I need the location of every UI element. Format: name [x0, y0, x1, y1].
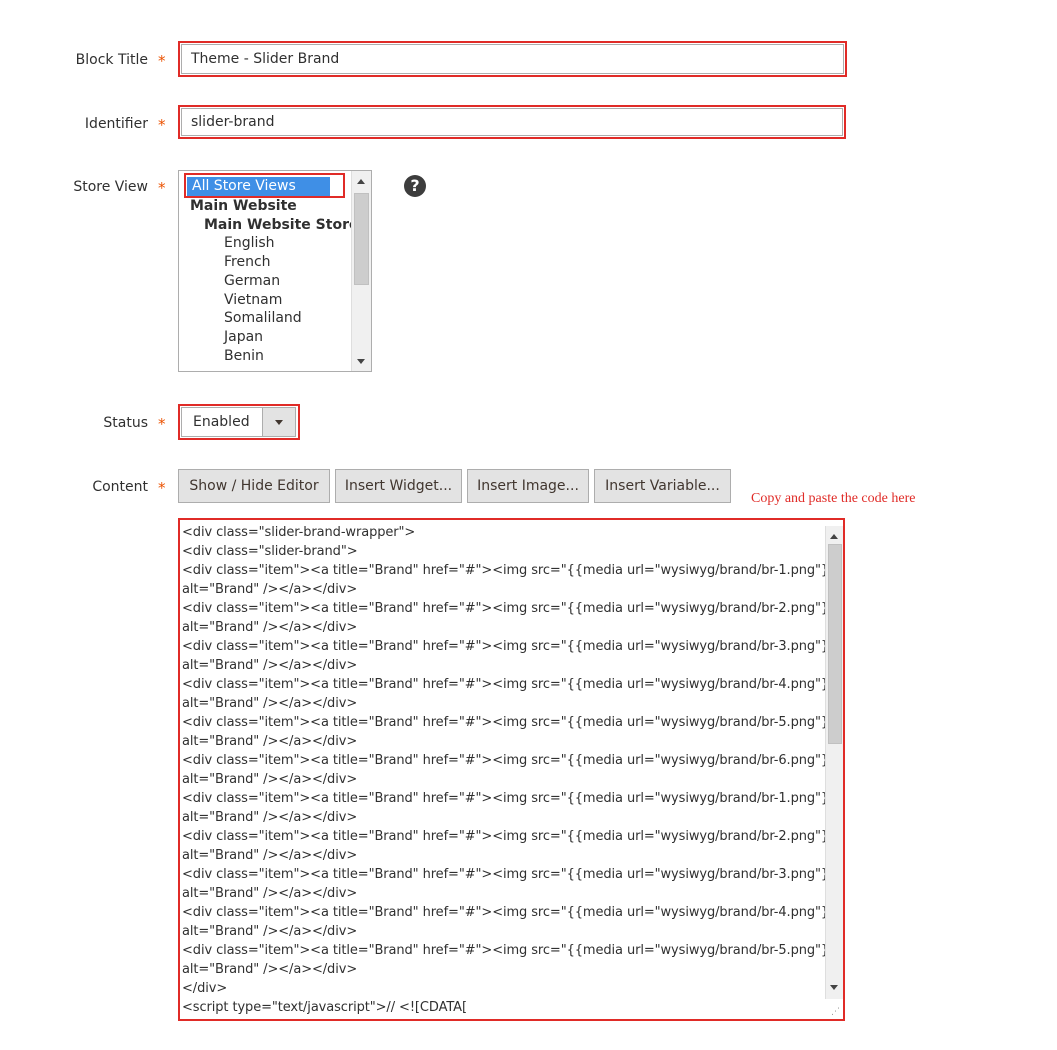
store-option[interactable]: Somaliland	[224, 309, 302, 328]
insert-widget-button[interactable]: Insert Widget...	[335, 469, 462, 503]
block-title-label: Block Title	[75, 52, 148, 68]
store-option-group: Main Website	[190, 198, 297, 214]
code-line: <div class="item"><a title="Brand" href=…	[182, 943, 844, 958]
block-title-input[interactable]: Theme - Slider Brand	[181, 44, 844, 74]
highlight-box	[184, 173, 345, 198]
store-view-multiselect[interactable]: All Store Views Main Website Main Websit…	[178, 170, 372, 372]
code-line: <div class="item"><a title="Brand" href=…	[182, 867, 844, 882]
chevron-down-icon	[275, 420, 283, 425]
resize-grip-icon[interactable]: ⋰	[831, 1008, 840, 1017]
content-textarea[interactable]: <div class="slider-brand-wrapper"> <div …	[178, 518, 845, 1021]
status-select[interactable]: Enabled	[181, 407, 296, 437]
code-line: <div class="item"><a title="Brand" href=…	[182, 829, 844, 844]
code-line: alt="Brand" /></a></div>	[182, 696, 358, 711]
code-line: alt="Brand" /></a></div>	[182, 924, 358, 939]
question-circle-icon[interactable]: ?	[404, 175, 426, 197]
code-line: <div class="item"><a title="Brand" href=…	[182, 753, 844, 768]
code-line: alt="Brand" /></a></div>	[182, 582, 358, 597]
code-line: <div class="slider-brand">	[182, 544, 358, 559]
status-select-value: Enabled	[193, 414, 250, 430]
scroll-down-icon[interactable]	[357, 359, 365, 364]
store-option[interactable]: Vietnam	[224, 291, 282, 310]
scroll-down-icon[interactable]	[830, 985, 838, 990]
store-option[interactable]: Benin	[224, 347, 264, 366]
code-line: <script type="text/javascript">// <![CDA…	[182, 1000, 467, 1015]
code-line: alt="Brand" /></a></div>	[182, 772, 358, 787]
code-line: alt="Brand" /></a></div>	[182, 734, 358, 749]
scroll-thumb[interactable]	[354, 193, 369, 285]
required-star: *	[158, 116, 166, 134]
required-star: *	[158, 479, 166, 497]
status-select-toggle[interactable]	[262, 408, 295, 436]
code-line: alt="Brand" /></a></div>	[182, 810, 358, 825]
code-line: <div class="item"><a title="Brand" href=…	[182, 563, 844, 578]
content-scrollbar[interactable]	[825, 526, 843, 999]
store-option[interactable]: English	[224, 234, 275, 253]
identifier-label: Identifier	[84, 116, 148, 132]
status-label: Status	[103, 415, 148, 431]
scroll-up-icon[interactable]	[830, 534, 838, 539]
code-line: <div class="item"><a title="Brand" href=…	[182, 601, 844, 616]
store-view-label: Store View	[73, 179, 148, 195]
store-option[interactable]: French	[224, 253, 271, 272]
code-line: alt="Brand" /></a></div>	[182, 848, 358, 863]
store-view-scrollbar[interactable]	[351, 171, 371, 371]
store-option[interactable]: Japan	[224, 328, 263, 347]
required-star: *	[158, 179, 166, 197]
annotation-note: Copy and paste the code here	[751, 491, 916, 506]
required-star: *	[158, 52, 166, 70]
scroll-up-icon[interactable]	[357, 179, 365, 184]
code-line: alt="Brand" /></a></div>	[182, 962, 358, 977]
code-line: <div class="item"><a title="Brand" href=…	[182, 639, 844, 654]
code-line: alt="Brand" /></a></div>	[182, 620, 358, 635]
required-star: *	[158, 415, 166, 433]
code-line: <div class="item"><a title="Brand" href=…	[182, 791, 844, 806]
store-option-group: Main Website Store	[204, 217, 359, 233]
code-line: </div>	[182, 981, 228, 996]
insert-variable-button[interactable]: Insert Variable...	[594, 469, 731, 503]
insert-image-button[interactable]: Insert Image...	[467, 469, 589, 503]
code-line: alt="Brand" /></a></div>	[182, 886, 358, 901]
store-option[interactable]: German	[224, 272, 280, 291]
identifier-input[interactable]: slider-brand	[181, 108, 843, 136]
code-line: <div class="item"><a title="Brand" href=…	[182, 905, 844, 920]
code-line: alt="Brand" /></a></div>	[182, 658, 358, 673]
content-label: Content	[92, 479, 148, 495]
show-hide-editor-button[interactable]: Show / Hide Editor	[178, 469, 330, 503]
code-line: <div class="slider-brand-wrapper">	[182, 525, 416, 540]
code-line: <div class="item"><a title="Brand" href=…	[182, 677, 844, 692]
scroll-thumb[interactable]	[828, 544, 842, 744]
code-line: <div class="item"><a title="Brand" href=…	[182, 715, 844, 730]
